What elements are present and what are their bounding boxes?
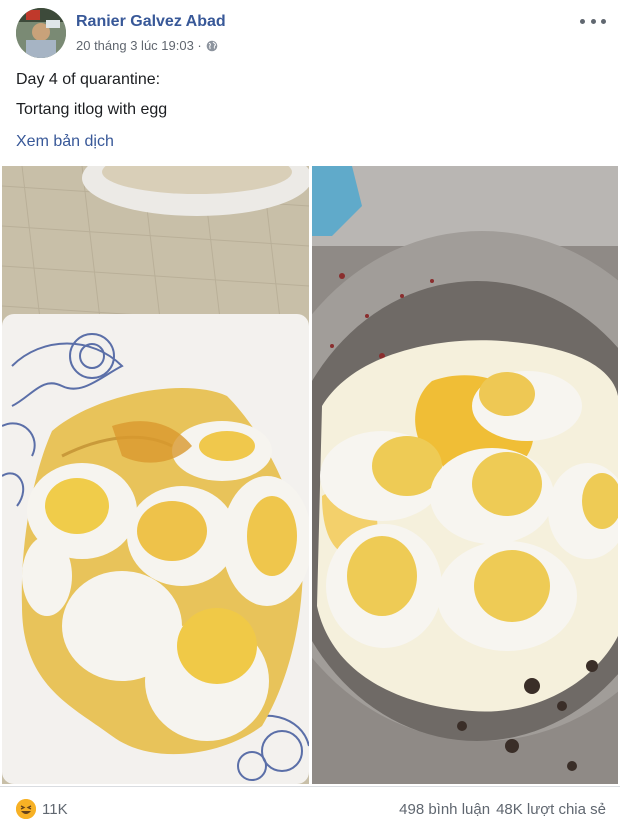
shares-count[interactable]: 48K lượt chia sẻ [496, 801, 606, 818]
haha-icon [16, 799, 36, 819]
post-footer: 11K 498 bình luận 48K lượt chia sẻ [0, 786, 620, 833]
post-text: Day 4 of quarantine: Tortang itlog with … [16, 70, 167, 130]
post-line-2: Tortang itlog with egg [16, 101, 168, 118]
avatar[interactable] [16, 8, 66, 58]
engagement-counts: 498 bình luận 48K lượt chia sẻ [399, 801, 606, 818]
author-name[interactable]: Ranier Galvez Abad [76, 13, 226, 31]
post-meta: 20 tháng 3 lúc 19:03 · [76, 38, 218, 53]
post-card: Ranier Galvez Abad 20 tháng 3 lúc 19:03 … [0, 0, 620, 832]
post-header: Ranier Galvez Abad 20 tháng 3 lúc 19:03 … [16, 8, 606, 60]
comments-count[interactable]: 498 bình luận [399, 801, 490, 818]
reactions-summary[interactable]: 11K [16, 799, 68, 819]
post-timestamp[interactable]: 20 tháng 3 lúc 19:03 · [76, 38, 202, 53]
reaction-count: 11K [42, 800, 68, 818]
photo-pan[interactable] [312, 166, 618, 784]
more-options-icon[interactable] [580, 12, 606, 30]
photo-plate[interactable] [2, 166, 309, 784]
globe-icon [206, 40, 218, 51]
translate-link[interactable]: Xem bản dịch [16, 133, 114, 151]
post-line-1: Day 4 of quarantine: [16, 71, 161, 88]
